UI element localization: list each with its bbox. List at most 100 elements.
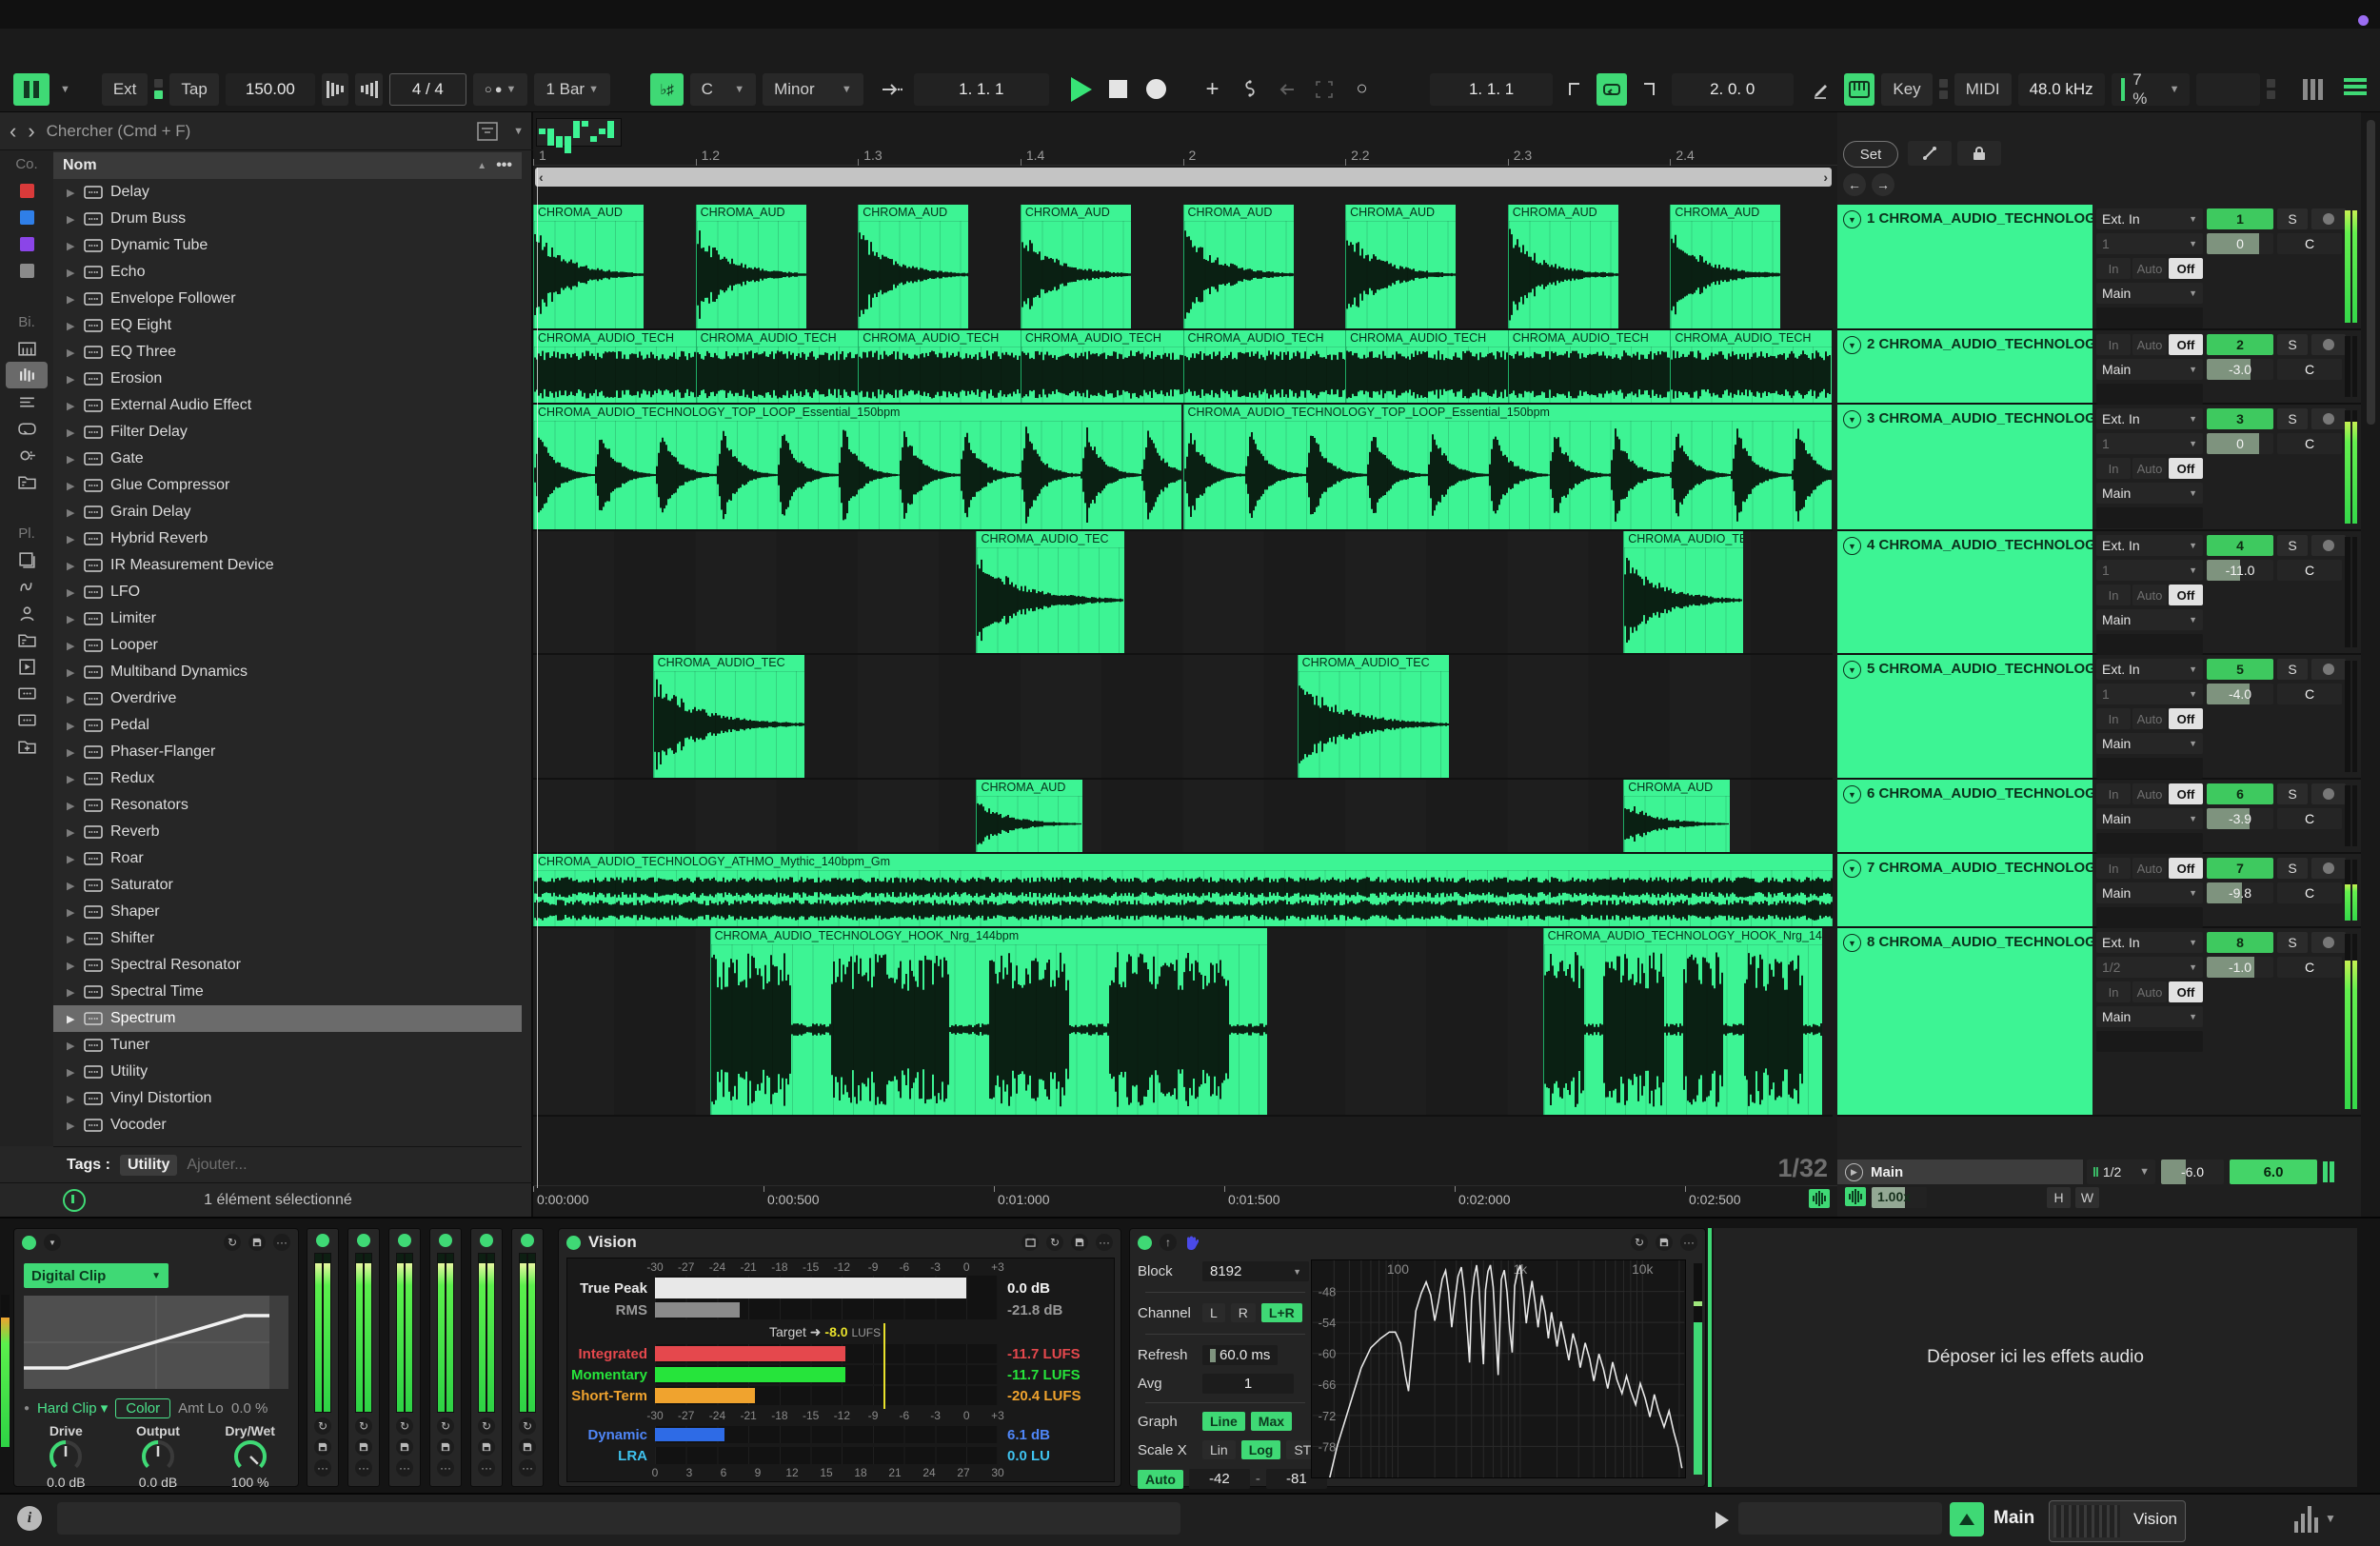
hot-swap-icon[interactable]: ↻ <box>437 1417 454 1435</box>
volume-field[interactable]: -3.0 <box>2207 359 2273 380</box>
input-type-select[interactable]: Ext. In▼ <box>2096 208 2203 229</box>
expand-icon[interactable]: ▶ <box>67 560 76 572</box>
audio-clip[interactable]: CHROMA_AUDIO_TECHNOLOGY_HOOK_Nrg_144bpm <box>1543 928 1822 1115</box>
more-options-icon[interactable]: ··· <box>273 1234 290 1251</box>
piano-icon[interactable] <box>6 335 48 362</box>
loop-start-field[interactable]: 1. 1. 1 <box>1430 73 1552 106</box>
monitor-auto-button[interactable]: Auto <box>2132 458 2167 479</box>
monitor-off-button[interactable]: Off <box>2169 258 2203 279</box>
device-on-button[interactable] <box>480 1234 493 1247</box>
output-select[interactable]: Main▼ <box>2096 483 2203 504</box>
monitor-off-button[interactable]: Off <box>2169 783 2203 804</box>
monitor-off-button[interactable]: Off <box>2169 858 2203 879</box>
device-drop-zone[interactable]: Déposer ici les effets audio <box>1714 1228 2357 1487</box>
record-arm-button[interactable] <box>2311 334 2346 355</box>
track-name[interactable]: ▼2 CHROMA_AUDIO_TECHNOLOGY <box>1837 330 2092 403</box>
list-item[interactable]: ▶Glue Compressor <box>53 472 522 499</box>
arrangement-position-field[interactable]: 1. 1. 1 <box>914 73 1049 106</box>
plug-icon[interactable] <box>6 442 48 468</box>
lock-icon[interactable] <box>1957 141 2001 166</box>
monitor-in-button[interactable]: In <box>2096 783 2131 804</box>
device-on-button[interactable] <box>566 1236 581 1250</box>
scale-mode-button[interactable]: ♭♯ <box>650 73 683 106</box>
knob-dial[interactable] <box>232 1438 268 1475</box>
arrangement-zoom-scrollbar[interactable]: ‹ › <box>535 168 1832 187</box>
input-channel-select[interactable]: 1▼ <box>2096 684 2203 704</box>
list-item[interactable]: ▶IR Measurement Device <box>53 552 522 579</box>
clip-mode-select[interactable]: Digital Clip▼ <box>24 1263 169 1288</box>
unfold-track-icon[interactable]: ▼ <box>1843 661 1861 679</box>
save-preset-icon[interactable] <box>396 1438 413 1456</box>
save-preset-icon[interactable] <box>248 1234 266 1251</box>
audio-clip[interactable]: CHROMA_AUDIO_TECH <box>1345 330 1508 403</box>
tempo-field[interactable]: 150.00 <box>226 73 315 106</box>
record-arm-button[interactable] <box>2311 408 2346 429</box>
audio-clip[interactable]: CHROMA_AUD <box>858 205 968 328</box>
expand-icon[interactable]: ▶ <box>67 613 76 625</box>
more-options-icon[interactable]: ··· <box>519 1459 536 1477</box>
audio-clip[interactable]: CHROMA_AUD <box>533 205 644 328</box>
expand-icon[interactable]: ▶ <box>67 773 76 785</box>
monitor-in-button[interactable]: In <box>2096 334 2131 355</box>
key-root-menu[interactable]: C▼ <box>690 73 757 106</box>
track-header[interactable]: ▼8 CHROMA_AUDIO_TECHNOLOGYExt. In▼1/2▼In… <box>1837 928 2361 1117</box>
solo-button[interactable]: S <box>2277 932 2308 953</box>
metronome-button[interactable]: ○●▼ <box>473 73 528 106</box>
monitor-in-button[interactable]: In <box>2096 708 2131 729</box>
audio-clip[interactable]: CHROMA_AUD <box>1021 205 1131 328</box>
browser-collapse-icon[interactable]: ▼ <box>513 126 524 137</box>
monitor-auto-button[interactable]: Auto <box>2132 585 2167 605</box>
track-arm-number-chip[interactable]: 3 <box>2207 408 2273 429</box>
hot-swap-icon[interactable]: ↻ <box>1631 1234 1648 1251</box>
browser-column-header[interactable]: Nom ▲ ••• <box>53 152 522 179</box>
monitor-auto-button[interactable]: Auto <box>2132 858 2167 879</box>
list-item[interactable]: ▶Looper <box>53 632 522 659</box>
audio-clip[interactable]: CHROMA_AUDIO_TECH <box>1670 330 1831 403</box>
scroll-left-icon[interactable]: ‹ <box>539 169 544 185</box>
list-item[interactable]: ▶Roar <box>53 845 522 872</box>
monitor-in-button[interactable]: In <box>2096 458 2131 479</box>
stop-button[interactable] <box>1103 73 1134 106</box>
key-map-button[interactable]: Key <box>1881 73 1932 106</box>
volume-field[interactable]: 0 <box>2207 233 2273 254</box>
input-type-select[interactable]: Ext. In▼ <box>2096 408 2203 429</box>
audio-clip[interactable]: CHROMA_AUDIO_TECH <box>696 330 859 403</box>
graph-line-button[interactable]: Line <box>1202 1412 1245 1431</box>
arrangement-overview[interactable] <box>536 118 622 147</box>
unfold-track-icon[interactable]: ▼ <box>1843 210 1861 228</box>
collapsed-device-strip[interactable]: ↻ ··· <box>429 1228 462 1487</box>
audio-clip[interactable]: CHROMA_AUDIO_TECH <box>1508 330 1671 403</box>
monitor-in-button[interactable]: In <box>2096 858 2131 879</box>
fold-icon[interactable]: ▶ <box>1845 1163 1863 1181</box>
save-preset-icon[interactable] <box>355 1438 372 1456</box>
output-levels-icon[interactable] <box>2294 1504 2318 1533</box>
list-item[interactable]: ▶Overdrive <box>53 685 522 712</box>
list-item[interactable]: ▶Pedal <box>53 712 522 739</box>
arrangement-track-row[interactable]: CHROMA_AUDIO_TECHNOLOGY_ATHMO_Mythic_140… <box>533 854 1833 928</box>
arrangement-track-row[interactable]: CHROMA_AUDIO_TECHNOLOGY_TOP_LOOP_Essenti… <box>533 405 1833 531</box>
forward-icon[interactable]: › <box>28 119 34 144</box>
output-select[interactable]: Main▼ <box>2096 733 2203 754</box>
zoom-height-button[interactable]: H <box>2047 1187 2071 1208</box>
play-button[interactable] <box>1065 73 1096 106</box>
expand-icon[interactable]: ▶ <box>67 693 76 705</box>
marker-link-icon[interactable] <box>1908 141 1952 166</box>
list-item[interactable]: ▶LFO <box>53 579 522 605</box>
maxmsp-icon[interactable] <box>6 573 48 600</box>
record-arm-button[interactable] <box>2311 659 2346 680</box>
expand-icon[interactable]: ▶ <box>67 853 76 865</box>
audio-clip[interactable]: CHROMA_AUDIO_TECHNOLOGY_TOP_LOOP_Essenti… <box>533 405 1181 529</box>
track-arm-number-chip[interactable]: 8 <box>2207 932 2273 953</box>
save-preset-icon[interactable] <box>519 1438 536 1456</box>
scroll-right-icon[interactable]: › <box>1823 169 1828 185</box>
monitor-off-button[interactable]: Off <box>2169 708 2203 729</box>
hot-swap-icon[interactable]: ↻ <box>478 1417 495 1435</box>
expand-icon[interactable]: ▶ <box>67 1093 76 1105</box>
record-arm-button[interactable] <box>2311 858 2346 879</box>
more-options-icon[interactable]: ··· <box>437 1459 454 1477</box>
play-box-icon[interactable] <box>6 653 48 680</box>
audio-clip[interactable]: CHROMA_AUDIO_TECH <box>1021 330 1183 403</box>
input-channel-select[interactable]: 1/2▼ <box>2096 957 2203 978</box>
main-track-name[interactable]: ▶ Main <box>1837 1160 2083 1184</box>
track-header[interactable]: ▼7 CHROMA_AUDIO_TECHNOLOGYInAutoOffMain▼… <box>1837 854 2361 928</box>
